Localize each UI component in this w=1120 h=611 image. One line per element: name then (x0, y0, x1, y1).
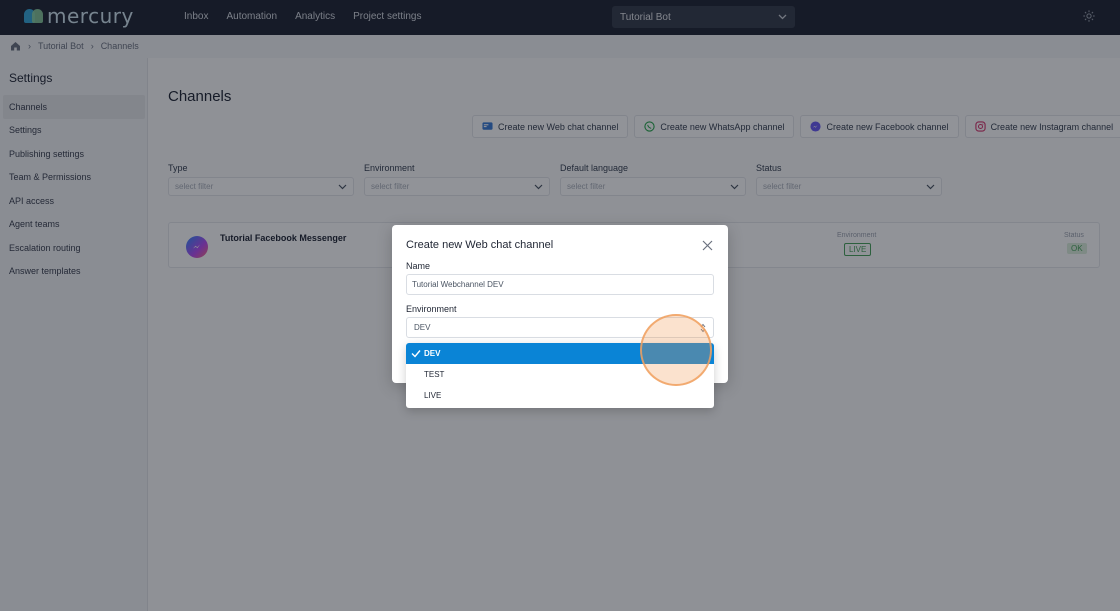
option-label: DEV (424, 349, 441, 358)
modal-title: Create new Web chat channel (406, 239, 554, 251)
close-icon[interactable] (702, 240, 713, 251)
name-label: Name (406, 261, 431, 271)
option-label: LIVE (424, 391, 442, 400)
name-input[interactable] (406, 274, 714, 295)
environment-select-value: DEV (414, 323, 431, 332)
environment-label: Environment (406, 304, 457, 314)
option-label: TEST (424, 370, 445, 379)
option-live[interactable]: LIVE (406, 385, 714, 406)
checkmark-icon (411, 350, 421, 358)
click-indicator (640, 314, 712, 386)
